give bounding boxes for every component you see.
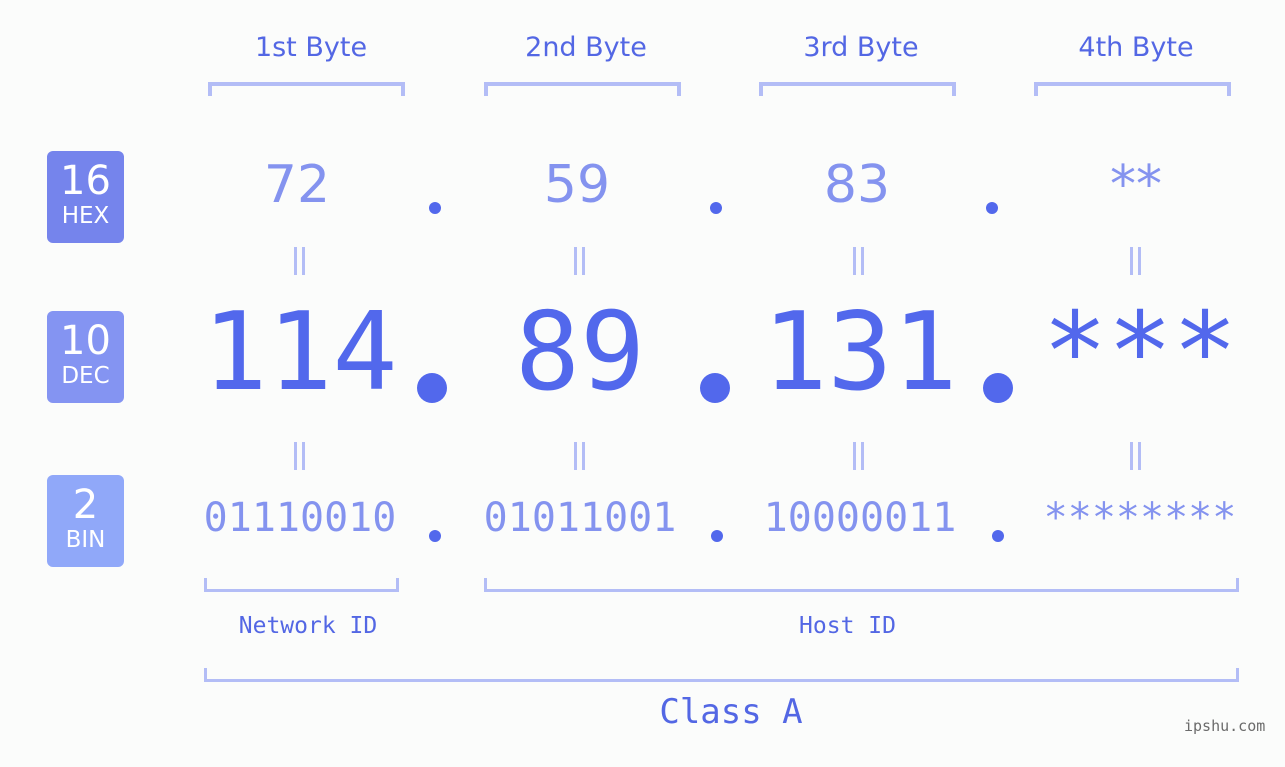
byte-bracket-3 [759, 82, 956, 96]
byte-header-3: 3rd Byte [803, 32, 919, 63]
bin-dot-2 [711, 530, 723, 542]
dec-base: 10 [60, 318, 111, 364]
byte-header-2: 2nd Byte [525, 32, 647, 63]
hex-label: HEX [61, 203, 110, 229]
bin-value-4: ******** [1043, 495, 1237, 541]
dec-value-4: *** [1042, 290, 1238, 415]
equals-icon [290, 442, 310, 470]
hex-badge: 16 HEX [47, 151, 124, 243]
hex-dot-2 [710, 202, 722, 214]
bin-base: 2 [72, 482, 99, 528]
equals-icon [1126, 247, 1146, 275]
hex-base: 16 [60, 158, 111, 204]
dec-value-2: 89 [514, 290, 646, 415]
hex-value-1: 72 [263, 155, 331, 215]
equals-icon [290, 247, 310, 275]
host-id-label: Host ID [799, 613, 896, 639]
hex-value-2: 59 [543, 155, 611, 215]
bin-badge: 2 BIN [47, 475, 124, 567]
equals-icon [1126, 442, 1146, 470]
byte-header-1: 1st Byte [254, 32, 368, 63]
hex-value-4: ** [1110, 155, 1162, 215]
hex-dot-1 [429, 202, 441, 214]
network-id-label: Network ID [238, 613, 378, 639]
hex-dot-3 [986, 202, 998, 214]
bin-label: BIN [65, 527, 106, 553]
bin-dot-1 [429, 530, 441, 542]
bin-dot-3 [992, 530, 1004, 542]
equals-icon [570, 442, 590, 470]
equals-icon [570, 247, 590, 275]
dec-dot-1 [417, 373, 447, 403]
byte-bracket-1 [208, 82, 405, 96]
equals-icon [849, 247, 869, 275]
dec-value-1: 114 [202, 290, 398, 415]
class-label: Class A [659, 692, 803, 732]
byte-bracket-4 [1034, 82, 1231, 96]
byte-bracket-2 [484, 82, 681, 96]
equals-icon [849, 442, 869, 470]
bin-value-3: 10000011 [763, 495, 957, 541]
class-bracket [204, 668, 1239, 682]
dec-badge: 10 DEC [47, 311, 124, 403]
host-id-bracket [484, 578, 1239, 592]
dec-label: DEC [61, 363, 110, 389]
network-id-bracket [204, 578, 399, 592]
dec-value-3: 131 [762, 290, 958, 415]
bin-value-1: 01110010 [203, 495, 397, 541]
dec-dot-3 [983, 373, 1013, 403]
dec-dot-2 [700, 373, 730, 403]
bin-value-2: 01011001 [483, 495, 677, 541]
watermark: ipshu.com [1184, 717, 1266, 735]
hex-value-3: 83 [823, 155, 891, 215]
byte-header-4: 4th Byte [1078, 32, 1194, 63]
